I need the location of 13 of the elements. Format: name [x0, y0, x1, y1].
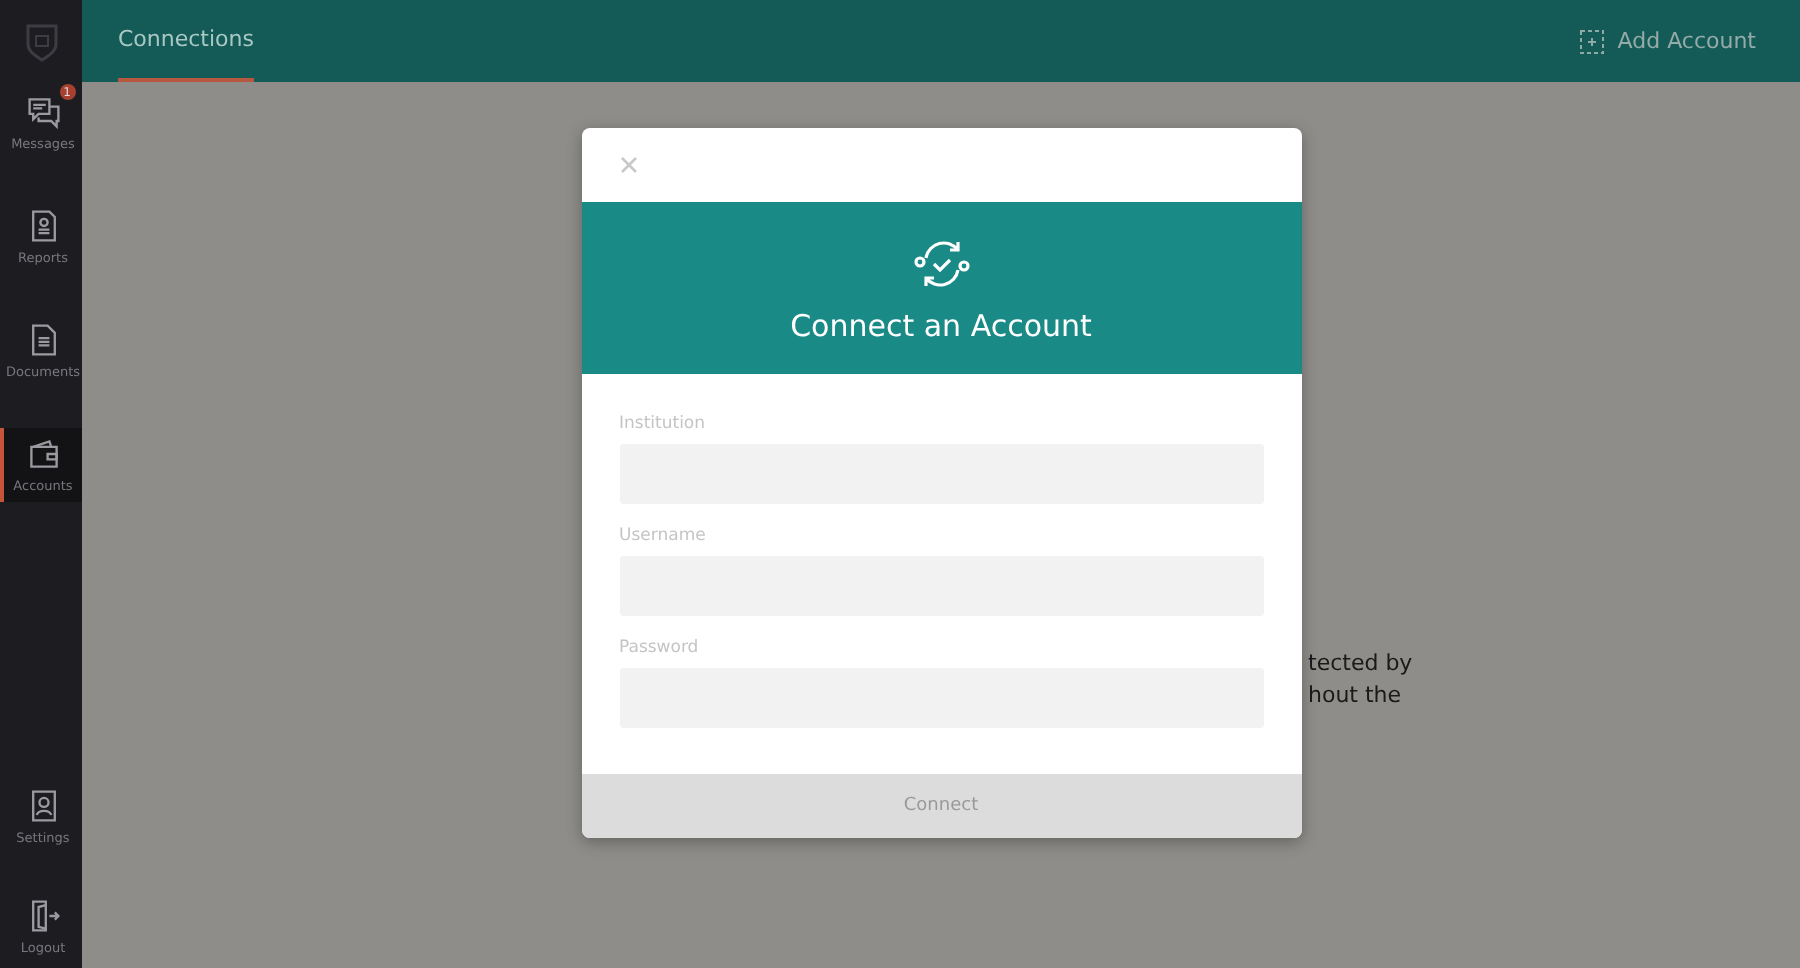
- field-label: Password: [619, 638, 701, 658]
- wallet-icon: [25, 436, 61, 472]
- field-label: Username: [619, 526, 708, 546]
- shield-logo-icon: [23, 22, 59, 62]
- close-icon[interactable]: [619, 156, 637, 174]
- field-label: Institution: [619, 414, 708, 434]
- connect-button[interactable]: Connect: [581, 774, 1301, 838]
- background-text: hout the: [1308, 682, 1404, 710]
- dialog-title: Connect an Account: [790, 308, 1092, 344]
- chat-bubbles-icon: [25, 94, 61, 130]
- background-text: tected by: [1308, 650, 1413, 678]
- dashed-plus-icon: [1579, 29, 1604, 53]
- add-account-button[interactable]: Add Account: [1579, 0, 1756, 82]
